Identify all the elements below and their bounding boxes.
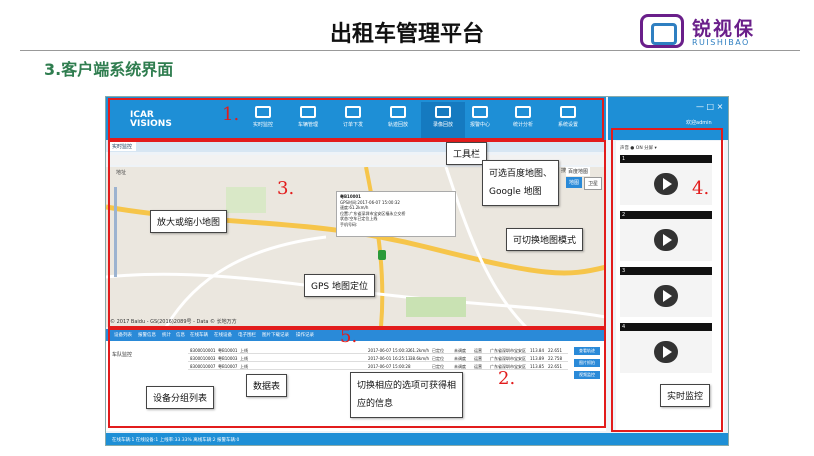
callout-map-switch: 可选百度地图、 Google 地图 (482, 160, 560, 206)
ruishibao-logo: 锐视保 RUISHIBAO (640, 12, 790, 52)
callout-tabs-info: 切换相应的选项可获得相 应的信息 (350, 372, 464, 418)
logo-text-en: RUISHIBAO (692, 38, 750, 47)
region-number-3: 3. (277, 178, 295, 199)
callout-toolbar: 工具栏 (446, 142, 488, 165)
callout-gps: GPS 地图定位 (304, 274, 375, 297)
callout-realtime: 实时监控 (660, 384, 711, 407)
slide-subtitle: 3.客户端系统界面 (44, 60, 174, 79)
region-number-5: 5. (340, 326, 358, 347)
callout-map-switch-line2: Google 地图 (489, 187, 542, 197)
window-controls[interactable]: — □ × (696, 102, 723, 111)
title-divider (20, 50, 800, 51)
callout-map-mode: 可切换地图模式 (506, 228, 584, 251)
callout-tabs-info-line1: 切换相应的选项可获得相 (357, 381, 457, 391)
highlight-toolbar (108, 98, 604, 140)
region-number-2: 2. (498, 368, 516, 389)
logo-text-cn: 锐视保 (692, 18, 756, 40)
logo-mark-icon (640, 14, 684, 48)
callout-data-table: 数据表 (246, 374, 288, 397)
region-number-4: 4. (692, 178, 710, 199)
region-number-1: 1. (222, 104, 240, 125)
user-label[interactable]: 欢迎admin (686, 119, 712, 126)
status-bar: 在线车辆:1 在线设备:1 上线率:33.33% 离线车辆:2 报警车辆:0 (106, 433, 728, 445)
callout-zoom: 放大或缩小地图 (150, 210, 228, 233)
callout-device-tree: 设备分组列表 (146, 386, 215, 409)
callout-map-switch-line1: 可选百度地图、 (489, 169, 553, 179)
callout-tabs-info-line2: 应的信息 (357, 399, 394, 409)
